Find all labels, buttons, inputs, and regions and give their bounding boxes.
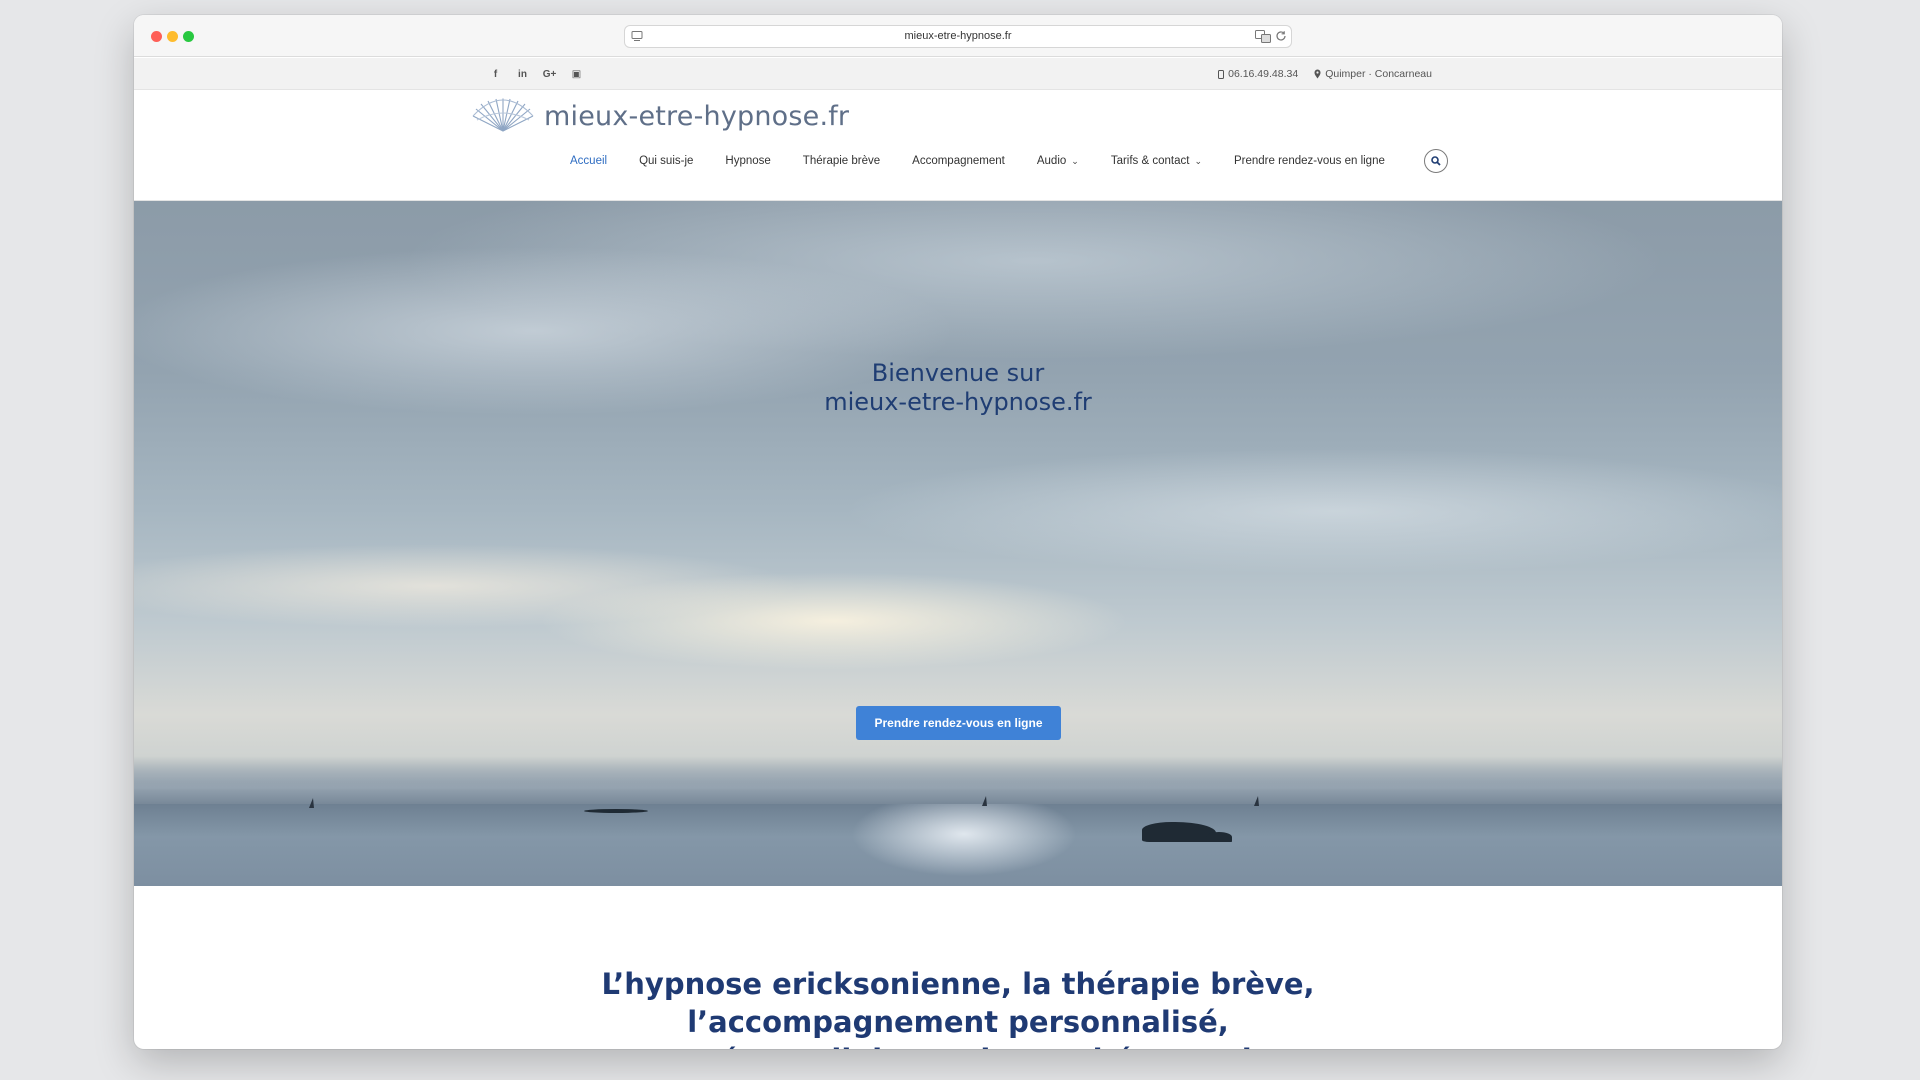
phone-number: 06.16.49.48.34 <box>1228 68 1299 80</box>
nav-item-therapie-breve[interactable]: Thérapie brève <box>787 155 896 167</box>
nav-item-audio[interactable]: Audio ⌄ <box>1021 155 1095 167</box>
nav-item-label: Tarifs & contact <box>1110 155 1190 167</box>
nav-item-label: Qui suis-je <box>639 155 694 167</box>
facebook-icon[interactable]: f <box>482 69 509 80</box>
chevron-down-icon: ⌄ <box>1071 155 1079 166</box>
nav-item-label: Prendre rendez-vous en ligne <box>1234 155 1385 167</box>
rock-silhouette <box>1142 822 1216 842</box>
browser-titlebar: mieux-etre-hypnose.fr <box>134 15 1782 57</box>
sailboat <box>309 798 314 808</box>
nav-item-label: Accueil <box>570 155 608 167</box>
logo-text: mieux-etre-hypnose.fr <box>544 100 850 132</box>
sailboat <box>982 796 987 806</box>
linkedin-icon[interactable]: in <box>509 69 536 80</box>
nav-item-accompagnement[interactable]: Accompagnement <box>896 155 1021 167</box>
translate-icon[interactable] <box>1255 30 1271 43</box>
reload-icon[interactable] <box>1275 30 1287 42</box>
nav-item-accueil[interactable]: Accueil <box>554 155 623 167</box>
hero-title: Bienvenue sur mieux-etre-hypnose.fr <box>134 359 1782 417</box>
hero-title-line: Bienvenue sur <box>871 359 1045 387</box>
zoom-window-button[interactable] <box>183 31 194 42</box>
site-settings-icon[interactable] <box>631 30 643 42</box>
nav-item-label: Thérapie brève <box>802 155 881 167</box>
site-logo[interactable]: mieux-etre-hypnose.fr <box>470 98 849 134</box>
horizon-haze <box>134 764 1782 804</box>
shell-logo-icon <box>472 98 534 132</box>
nav-item-label: Accompagnement <box>912 155 1005 167</box>
main-nav: Accueil Qui suis-je Hypnose Thérapie brè… <box>554 148 1401 174</box>
minimize-window-button[interactable] <box>167 31 178 42</box>
phone-item[interactable]: 06.16.49.48.34 <box>1218 68 1298 80</box>
sailboat <box>1254 796 1259 806</box>
intro-line: l’accompagnement personnalisé, <box>687 1005 1229 1039</box>
nav-item-label: Audio <box>1036 155 1067 167</box>
nav-item-qui-suis-je[interactable]: Qui suis-je <box>623 155 709 167</box>
site-header: mieux-etre-hypnose.fr Accueil Qui suis-j… <box>134 90 1782 201</box>
address-bar[interactable]: mieux-etre-hypnose.fr <box>624 25 1292 48</box>
hero-title-line: mieux-etre-hypnose.fr <box>824 388 1092 416</box>
map-marker-icon <box>1314 69 1321 79</box>
hero-banner: Bienvenue sur mieux-etre-hypnose.fr Pren… <box>134 201 1782 886</box>
nav-item-tarifs-contact[interactable]: Tarifs & contact ⌄ <box>1095 155 1218 167</box>
nav-item-prendre-rendez-vous[interactable]: Prendre rendez-vous en ligne <box>1218 155 1401 167</box>
search-button[interactable] <box>1424 149 1448 173</box>
location-item: Quimper · Concarneau <box>1314 68 1432 80</box>
nav-item-hypnose[interactable]: Hypnose <box>709 155 786 167</box>
chevron-down-icon: ⌄ <box>1194 155 1202 166</box>
google-plus-icon[interactable]: G+ <box>536 69 563 80</box>
intro-heading: L’hypnose ericksonienne, la thérapie brè… <box>134 965 1782 1049</box>
book-appointment-button[interactable]: Prendre rendez-vous en ligne <box>856 706 1061 740</box>
close-window-button[interactable] <box>151 31 162 42</box>
social-links: f in G+ ▣ <box>482 58 590 90</box>
youtube-icon[interactable]: ▣ <box>563 69 590 80</box>
rock-silhouette <box>1206 832 1232 842</box>
address-bar-url: mieux-etre-hypnose.fr <box>904 30 1012 42</box>
rock-silhouette <box>584 809 648 813</box>
nav-item-label: Hypnose <box>725 155 771 167</box>
intro-line: sont un éventail de pratiques thérapeuti… <box>134 1041 1782 1049</box>
contact-info: 06.16.49.48.34 Quimper · Concarneau <box>1218 58 1432 90</box>
site-topbar: f in G+ ▣ 06.16.49.48.34 Quimper · Conca… <box>134 58 1782 90</box>
mobile-phone-icon <box>1218 69 1225 79</box>
location-text: Quimper · Concarneau <box>1325 68 1432 80</box>
browser-window: mieux-etre-hypnose.fr f in G+ ▣ 06.16.49… <box>134 15 1782 1049</box>
search-icon <box>1431 156 1441 166</box>
sea-image <box>134 804 1782 886</box>
intro-line: L’hypnose ericksonienne, la thérapie brè… <box>601 967 1315 1001</box>
